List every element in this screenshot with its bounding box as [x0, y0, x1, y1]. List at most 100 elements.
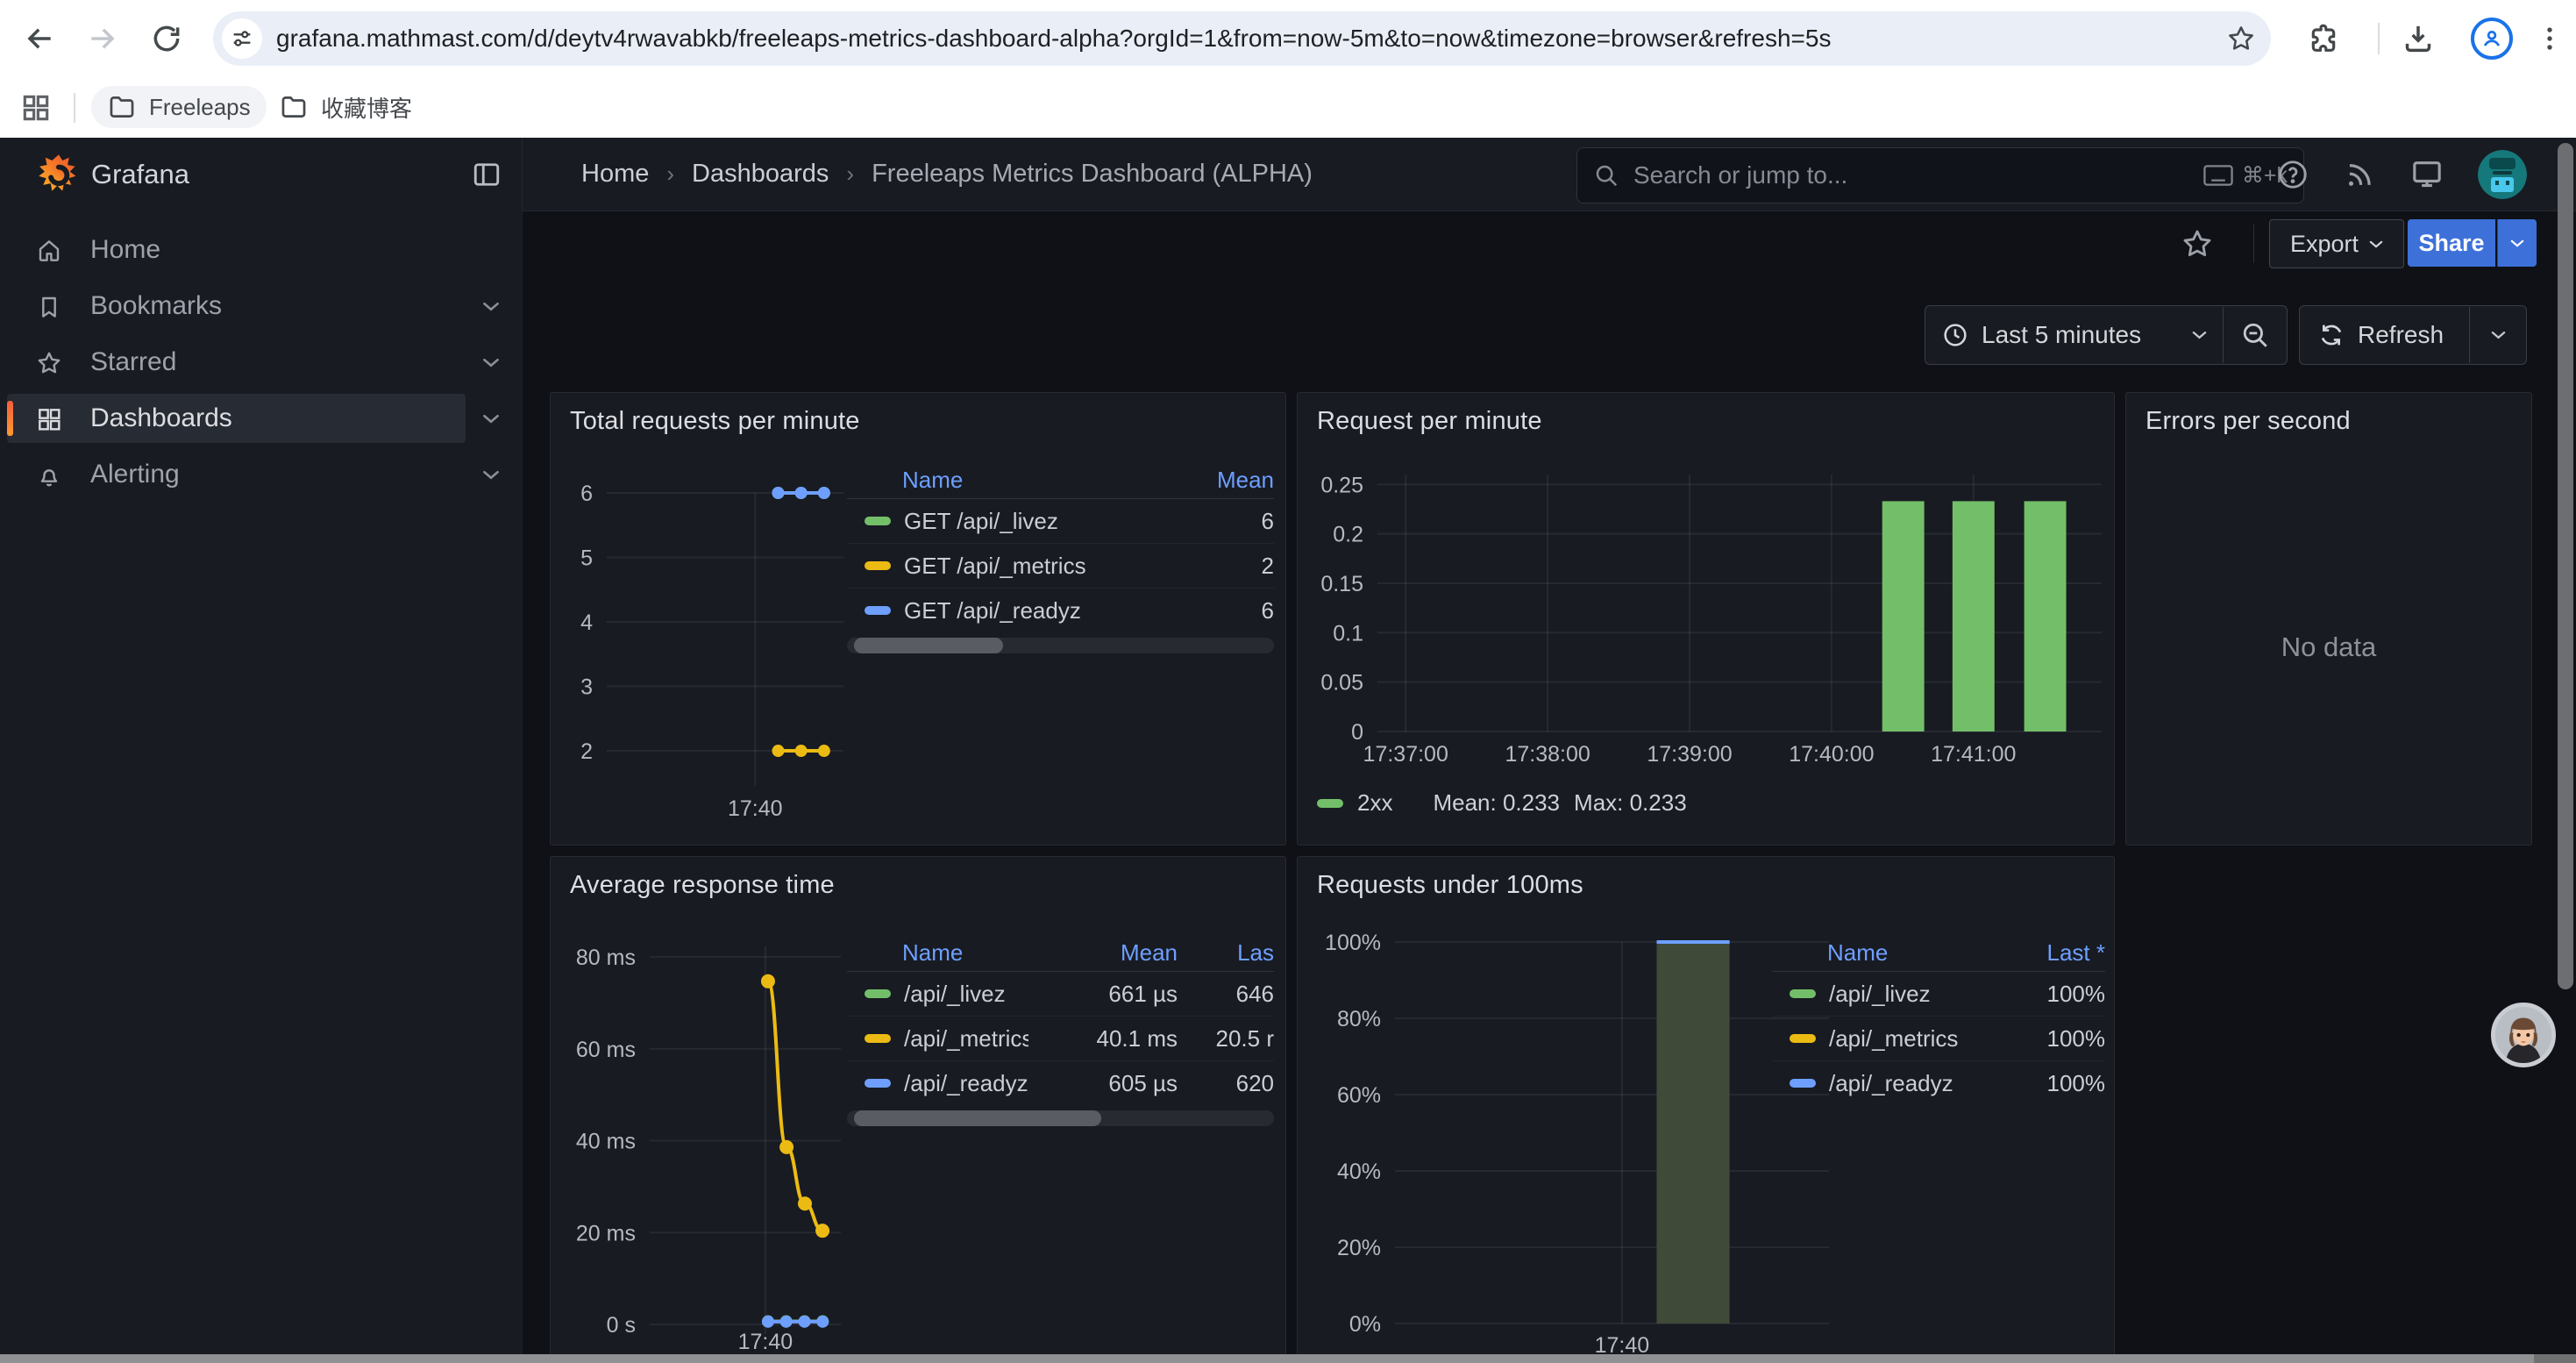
sidebar-item-home[interactable]: Home: [0, 225, 522, 275]
series-swatch[interactable]: [1317, 799, 1343, 808]
sidebar-item-bookmarks[interactable]: Bookmarks: [0, 282, 522, 331]
series-name[interactable]: /api/_readyz: [1829, 1070, 2009, 1097]
collapse-sidebar-icon[interactable]: [471, 159, 502, 190]
legend-series-name[interactable]: 2xx: [1357, 789, 1392, 817]
series-swatch[interactable]: [865, 1079, 891, 1088]
breadcrumb-home[interactable]: Home: [581, 160, 649, 189]
series-name[interactable]: /api/_readyz: [904, 1070, 1028, 1097]
chevron-down-icon[interactable]: [482, 357, 500, 368]
extensions-icon[interactable]: [2306, 21, 2341, 56]
col-last[interactable]: Last *: [2009, 939, 2105, 967]
panel-request-per-minute: Request per minute 0.250.20.150.10.05017…: [1297, 392, 2115, 846]
panel-average-response-time: Average response time 80 ms60 ms40 ms20 …: [550, 856, 1286, 1363]
panel-total-requests: Total requests per minute 6543217:40 Nam…: [550, 392, 1286, 846]
refresh-picker[interactable]: Refresh: [2299, 305, 2527, 365]
sidebar-item-alerting[interactable]: Alerting: [0, 450, 522, 499]
svg-text:0.05: 0.05: [1320, 671, 1363, 696]
series-name[interactable]: /api/_livez: [1829, 981, 2009, 1008]
chevron-down-icon: [2491, 330, 2506, 340]
bookmark-folder-freeleaps[interactable]: Freeleaps: [91, 86, 267, 128]
favorite-dashboard-icon[interactable]: [2180, 226, 2215, 261]
refresh-label: Refresh: [2358, 321, 2444, 349]
breadcrumb-separator: ›: [846, 161, 854, 188]
user-avatar[interactable]: [2478, 150, 2527, 199]
chevron-down-icon[interactable]: [482, 469, 500, 481]
monitor-icon[interactable]: [2409, 157, 2444, 192]
series-swatch[interactable]: [1790, 1079, 1816, 1088]
horizontal-scrollbar[interactable]: [0, 1354, 2576, 1363]
floating-assistant-avatar[interactable]: [2491, 1003, 2556, 1067]
time-range-picker[interactable]: Last 5 minutes: [1925, 305, 2288, 365]
series-name[interactable]: GET /api/_metrics: [904, 553, 1195, 580]
col-mean[interactable]: Mean: [1195, 467, 1274, 494]
table-scrollbar[interactable]: [847, 638, 1274, 653]
series-name[interactable]: /api/_metrics: [904, 1025, 1028, 1053]
refresh-interval-button[interactable]: [2469, 307, 2526, 363]
share-button[interactable]: Share: [2408, 219, 2495, 267]
series-swatch[interactable]: [865, 606, 891, 615]
scrollbar-corner: [2534, 1354, 2576, 1363]
series-swatch[interactable]: [865, 517, 891, 525]
series-name[interactable]: /api/_metrics: [1829, 1025, 2009, 1053]
col-last[interactable]: Las: [1178, 939, 1274, 967]
col-name[interactable]: Name: [902, 939, 1028, 967]
back-icon[interactable]: [20, 19, 59, 58]
series-name[interactable]: GET /api/_livez: [904, 508, 1195, 535]
bookmark-folder-blogs[interactable]: 收藏博客: [263, 86, 428, 128]
chevron-down-icon: [2369, 239, 2383, 249]
reload-icon[interactable]: [147, 19, 186, 58]
svg-text:60%: 60%: [1337, 1083, 1381, 1108]
series-swatch[interactable]: [865, 561, 891, 570]
series-swatch[interactable]: [1790, 989, 1816, 998]
sidebar-item-label: Alerting: [90, 450, 180, 499]
svg-text:3: 3: [580, 675, 593, 700]
share-menu-button[interactable]: [2497, 219, 2537, 267]
series-name[interactable]: /api/_livez: [904, 981, 1028, 1008]
col-name[interactable]: Name: [902, 467, 1195, 494]
series-swatch[interactable]: [1790, 1034, 1816, 1043]
bookmark-folder-label: 收藏博客: [321, 91, 412, 124]
col-name[interactable]: Name: [1827, 939, 2009, 967]
search-box[interactable]: ⌘+k: [1576, 147, 2304, 203]
svg-text:40%: 40%: [1337, 1160, 1381, 1184]
table-scrollbar[interactable]: [847, 1110, 1274, 1126]
clock-icon: [1941, 321, 1969, 349]
forward-icon[interactable]: [83, 19, 122, 58]
browser-menu-icon[interactable]: [2530, 19, 2569, 58]
breadcrumb-current: Freeleaps Metrics Dashboard (ALPHA): [872, 160, 1313, 189]
panel-title: Total requests per minute: [570, 407, 860, 436]
series-name[interactable]: GET /api/_readyz: [904, 597, 1195, 624]
news-rss-icon[interactable]: [2343, 158, 2376, 191]
download-icon[interactable]: [2401, 21, 2436, 56]
breadcrumb-dashboards[interactable]: Dashboards: [692, 160, 829, 189]
bookmark-star-icon[interactable]: [2225, 23, 2257, 54]
nav-icons: [2276, 138, 2527, 211]
zoom-out-icon[interactable]: [2224, 320, 2287, 350]
site-settings-icon[interactable]: [222, 18, 262, 59]
table-row: GET /api/_readyz 6: [847, 588, 1274, 632]
p4-legend-table: Name Mean Las /api/_livez 661 µs 646 /ap…: [847, 934, 1274, 1126]
table-row: /api/_readyz 100%: [1772, 1060, 2105, 1105]
svg-text:17:39:00: 17:39:00: [1647, 742, 1732, 767]
svg-text:20%: 20%: [1337, 1236, 1381, 1260]
apps-grid-icon[interactable]: [19, 91, 53, 125]
chevron-down-icon[interactable]: [482, 301, 500, 312]
col-mean[interactable]: Mean: [1028, 939, 1178, 967]
svg-text:5: 5: [580, 546, 593, 571]
folder-icon: [107, 92, 137, 122]
chevron-down-icon[interactable]: [482, 413, 500, 425]
grafana-logo[interactable]: [35, 151, 82, 198]
sidebar-item-starred[interactable]: Starred: [0, 338, 522, 387]
sidebar-item-dashboards[interactable]: Dashboards: [0, 394, 522, 443]
browser-toolbar: grafana.mathmast.com/d/deytv4rwavabkb/fr…: [0, 0, 2576, 77]
profile-icon[interactable]: [2471, 18, 2513, 60]
help-icon[interactable]: [2276, 158, 2309, 191]
series-swatch[interactable]: [865, 1034, 891, 1043]
export-button[interactable]: Export: [2269, 219, 2404, 268]
series-swatch[interactable]: [865, 989, 891, 998]
vertical-scrollbar[interactable]: [2558, 143, 2573, 989]
svg-text:0 s: 0 s: [607, 1313, 636, 1338]
address-bar[interactable]: grafana.mathmast.com/d/deytv4rwavabkb/fr…: [213, 11, 2271, 66]
url-text[interactable]: grafana.mathmast.com/d/deytv4rwavabkb/fr…: [276, 11, 2223, 66]
search-input[interactable]: [1632, 161, 2191, 190]
